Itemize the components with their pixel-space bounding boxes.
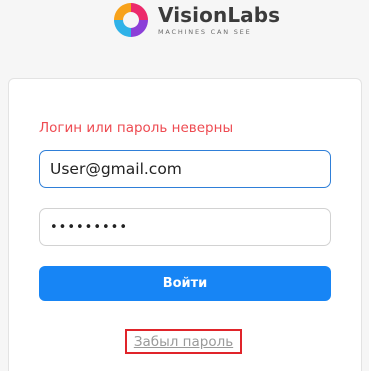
login-error-message: Логин или пароль неверны (39, 120, 234, 136)
forgot-password-link[interactable]: Забыл пароль (134, 334, 233, 350)
login-card: Логин или пароль неверны Войти Забыл пар… (8, 78, 362, 371)
brand-text: VisionLabs MACHINES CAN SEE (158, 5, 280, 36)
visionlabs-logo-icon (112, 1, 150, 39)
login-page: VisionLabs MACHINES CAN SEE Логин или па… (0, 0, 369, 371)
brand-header: VisionLabs MACHINES CAN SEE (112, 0, 280, 40)
forgot-password-highlight: Забыл пароль (125, 329, 242, 354)
password-input[interactable] (40, 209, 330, 245)
email-field[interactable] (39, 150, 331, 188)
brand-tagline: MACHINES CAN SEE (158, 27, 252, 36)
email-input[interactable] (40, 151, 330, 187)
login-button[interactable]: Войти (39, 266, 331, 301)
brand-name: VisionLabs (158, 2, 281, 27)
password-field[interactable] (39, 208, 331, 246)
